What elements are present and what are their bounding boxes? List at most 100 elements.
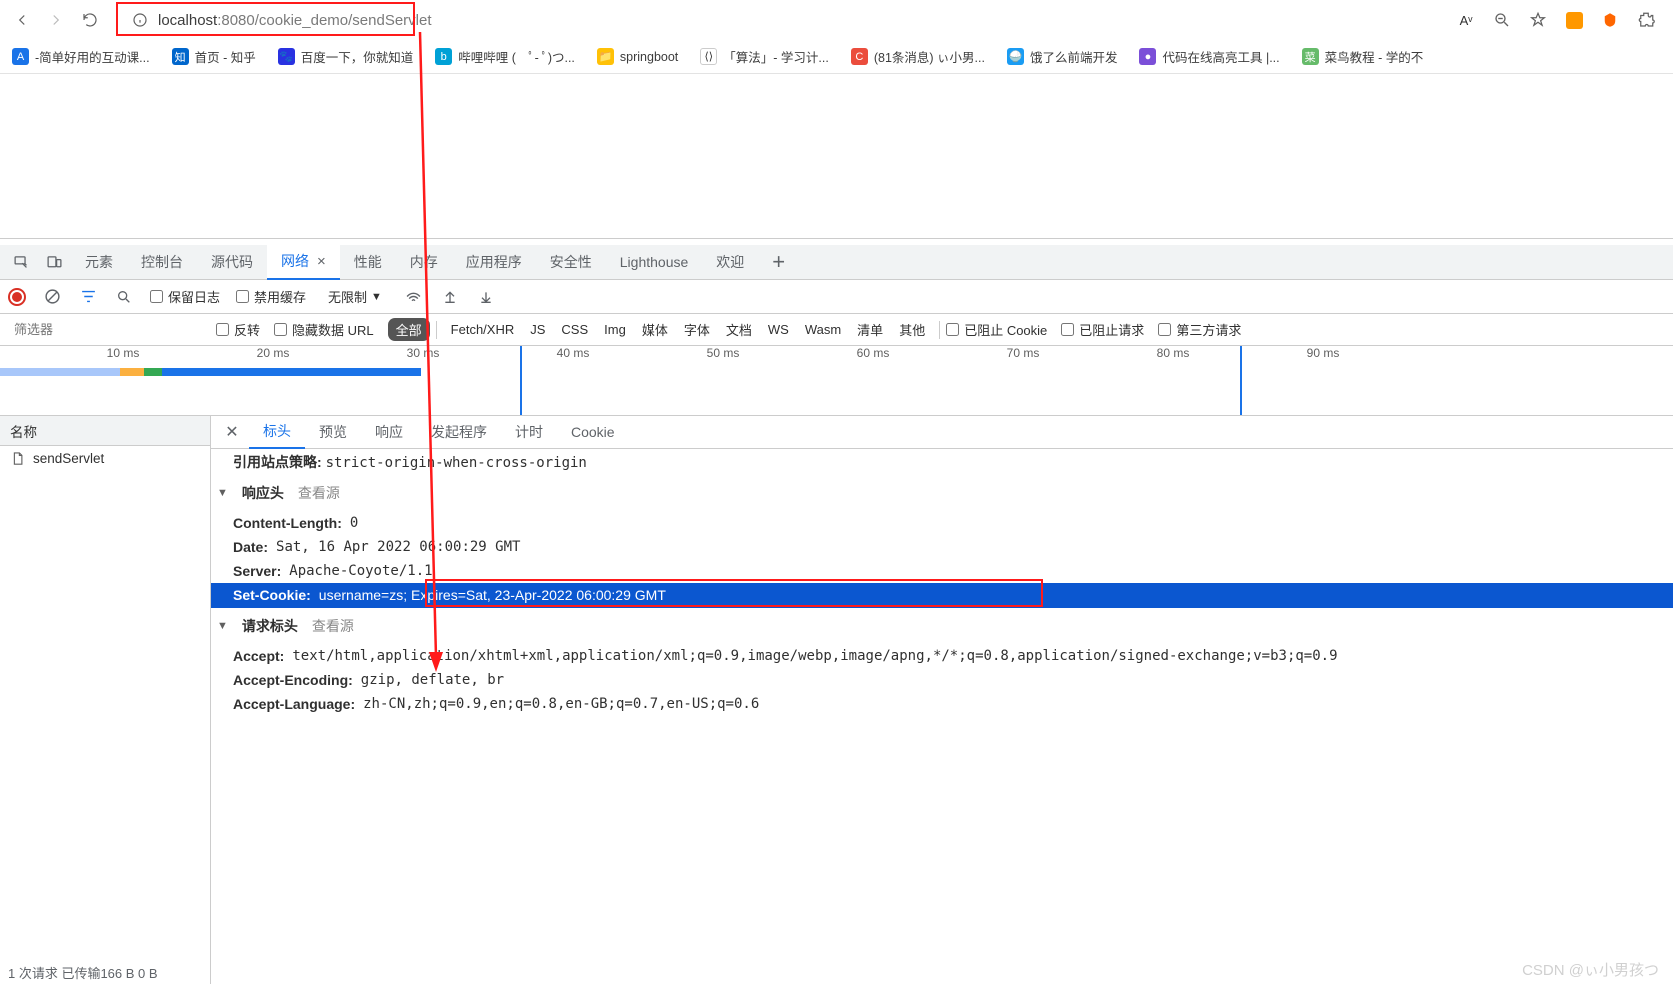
timeline-tick: 50 ms [707, 346, 740, 360]
blocked-requests-checkbox[interactable]: 已阻止请求 [1061, 320, 1144, 339]
bookmark-item[interactable]: 📁springboot [593, 45, 682, 68]
devtools-tab[interactable]: 性能 [340, 245, 396, 280]
detail-tab[interactable]: Cookie [557, 416, 629, 449]
bookmark-item[interactable]: ⟨⟩「算法」- 学习计... [696, 44, 833, 69]
type-filter[interactable]: CSS [553, 320, 596, 339]
extensions-menu-icon[interactable] [1635, 9, 1657, 31]
browser-toolbar: localhost:8080/cookie_demo/sendServlet A… [0, 0, 1673, 40]
header-row[interactable]: Server:Apache-Coyote/1.1 [211, 559, 1673, 583]
close-tab-icon[interactable]: × [317, 253, 326, 270]
header-key: Accept: [233, 648, 284, 664]
type-filter[interactable]: Img [596, 320, 634, 339]
header-value: text/html,application/xhtml+xml,applicat… [292, 648, 1337, 664]
invert-checkbox[interactable]: 反转 [216, 320, 260, 339]
bookmark-item[interactable]: b哔哩哔哩 ( ﾟ- ﾟ)つ... [431, 44, 579, 69]
read-aloud-icon[interactable]: Aᵛ [1455, 9, 1477, 31]
header-row[interactable]: Accept: text/html,application/xhtml+xml,a… [211, 644, 1673, 668]
add-tab-button[interactable]: + [758, 249, 799, 275]
type-filter[interactable]: 其他 [891, 318, 933, 341]
timeline-tick: 10 ms [107, 346, 140, 360]
header-key: Accept-Language: [233, 696, 355, 712]
bookmark-label: -简单好用的互动课... [35, 47, 150, 66]
back-button[interactable] [8, 6, 36, 34]
bookmark-favicon: 菜 [1302, 48, 1319, 65]
bookmark-item[interactable]: 🍚饿了么前端开发 [1003, 44, 1122, 69]
detail-tab[interactable]: 响应 [361, 416, 417, 449]
bookmark-item[interactable]: 🐾百度一下，你就知道 [274, 44, 418, 69]
bookmark-label: 首页 - 知乎 [195, 47, 256, 66]
set-cookie-header-row[interactable]: Set-Cookie:username=zs; Expires=Sat, 23-… [211, 583, 1673, 608]
detail-tab[interactable]: 发起程序 [417, 416, 501, 449]
bookmark-favicon: b [435, 48, 452, 65]
devtools-tab[interactable]: 网络× [267, 245, 340, 280]
devtools-tab[interactable]: 控制台 [127, 245, 197, 280]
hide-data-urls-checkbox[interactable]: 隐藏数据 URL [274, 320, 374, 339]
devtools-tab[interactable]: 内存 [396, 245, 452, 280]
waterfall-timeline[interactable]: 10 ms20 ms30 ms40 ms50 ms60 ms70 ms80 ms… [0, 346, 1673, 416]
devtools-tab[interactable]: 元素 [71, 245, 127, 280]
disable-cache-checkbox[interactable]: 禁用缓存 [236, 287, 306, 306]
filter-input[interactable] [8, 319, 198, 340]
header-value: Sat, 16 Apr 2022 06:00:29 GMT [276, 539, 520, 555]
site-info-icon[interactable] [130, 10, 150, 30]
blocked-cookies-checkbox[interactable]: 已阻止 Cookie [946, 320, 1047, 339]
refresh-button[interactable] [76, 6, 104, 34]
list-header-name[interactable]: 名称 [0, 416, 210, 446]
clear-button[interactable] [42, 287, 62, 307]
third-party-checkbox[interactable]: 第三方请求 [1158, 320, 1241, 339]
devtools-tab[interactable]: 安全性 [536, 245, 606, 280]
bookmark-favicon: ● [1139, 48, 1156, 65]
detail-tab[interactable]: 计时 [501, 416, 557, 449]
preserve-log-checkbox[interactable]: 保留日志 [150, 287, 220, 306]
filter-icon[interactable] [78, 287, 98, 307]
type-filter[interactable]: 文档 [718, 318, 760, 341]
address-bar[interactable]: localhost:8080/cookie_demo/sendServlet [158, 8, 1449, 33]
detail-tab[interactable]: 预览 [305, 416, 361, 449]
zoom-out-icon[interactable] [1491, 9, 1513, 31]
download-icon[interactable] [476, 287, 496, 307]
extension-icon-1[interactable] [1563, 9, 1585, 31]
devtools-tab[interactable]: 欢迎 [702, 245, 758, 280]
bookmark-item[interactable]: ●代码在线高亮工具 |... [1135, 44, 1283, 69]
forward-button[interactable] [42, 6, 70, 34]
page-content-area [0, 74, 1673, 239]
close-detail-button[interactable]: ✕ [219, 419, 245, 445]
request-headers-section[interactable]: ▼请求标头查看源 [211, 608, 1673, 644]
type-filter[interactable]: Fetch/XHR [443, 320, 523, 339]
devtools-tab[interactable]: 源代码 [197, 245, 267, 280]
extension-icon-2[interactable] [1599, 9, 1621, 31]
status-bar: 1 次请求 已传输166 B 0 B [8, 963, 158, 982]
view-source-link[interactable]: 查看源 [298, 483, 340, 503]
response-headers-section[interactable]: ▼响应头查看源 [211, 475, 1673, 511]
bookmark-item[interactable]: 知首页 - 知乎 [168, 44, 260, 69]
favorites-icon[interactable] [1527, 9, 1549, 31]
header-row[interactable]: Accept-Encoding:gzip, deflate, br [211, 668, 1673, 692]
record-button[interactable] [8, 288, 26, 306]
bookmark-item[interactable]: C(81条消息) ぃ小男... [847, 44, 989, 69]
type-filter[interactable]: Wasm [797, 320, 849, 339]
view-source-link[interactable]: 查看源 [312, 616, 354, 636]
devtools-tab[interactable]: 应用程序 [452, 245, 536, 280]
header-row[interactable]: Content-Length:0 [211, 511, 1673, 535]
set-cookie-key: Set-Cookie: [233, 587, 311, 603]
type-filter[interactable]: WS [760, 320, 797, 339]
detail-tab[interactable]: 标头 [249, 416, 305, 449]
inspect-element-icon[interactable] [8, 249, 34, 275]
request-item[interactable]: sendServlet [0, 446, 210, 471]
header-value: zh-CN,zh;q=0.9,en;q=0.8,en-GB;q=0.7,en-U… [363, 696, 759, 712]
throttling-select[interactable]: 无限制▼ [322, 285, 388, 308]
upload-icon[interactable] [440, 287, 460, 307]
type-filter[interactable]: 媒体 [634, 318, 676, 341]
device-toolbar-icon[interactable] [41, 249, 67, 275]
header-row[interactable]: Date:Sat, 16 Apr 2022 06:00:29 GMT [211, 535, 1673, 559]
type-filter[interactable]: 清单 [849, 318, 891, 341]
devtools-tab[interactable]: Lighthouse [606, 245, 703, 280]
type-filter[interactable]: 字体 [676, 318, 718, 341]
bookmark-item[interactable]: A-简单好用的互动课... [8, 44, 154, 69]
header-row[interactable]: Accept-Language: zh-CN,zh;q=0.9,en;q=0.8,… [211, 692, 1673, 716]
bookmark-item[interactable]: 菜菜鸟教程 - 学的不 [1298, 44, 1428, 69]
network-conditions-icon[interactable] [404, 287, 424, 307]
type-filter[interactable]: JS [522, 320, 553, 339]
type-filter[interactable]: 全部 [388, 318, 430, 341]
search-icon[interactable] [114, 287, 134, 307]
